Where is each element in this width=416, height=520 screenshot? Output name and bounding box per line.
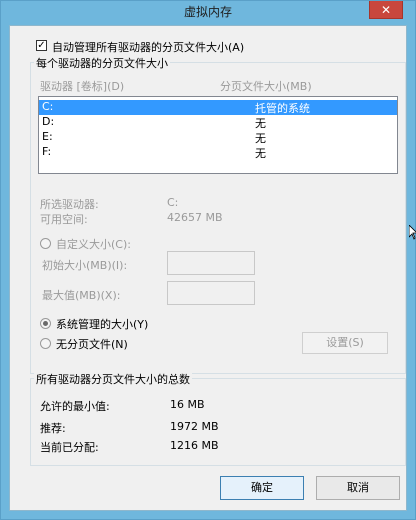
size-column-header: 分页文件大小(MB): [220, 80, 312, 93]
free-space-value: 42657 MB: [167, 211, 223, 224]
initial-size-input[interactable]: [167, 251, 255, 275]
drive-paging-size: 无: [255, 117, 266, 130]
drive-letter: C:: [42, 100, 54, 113]
drive-list[interactable]: C: 托管的系统 D: 无 E: 无 F: 无: [38, 96, 398, 174]
selected-drive-value: C:: [167, 196, 179, 209]
auto-manage-checkbox[interactable]: ✓: [36, 40, 47, 51]
drive-row-e[interactable]: E: 无: [39, 130, 397, 145]
no-paging-file-label[interactable]: 无分页文件(N): [56, 336, 128, 352]
drive-paging-size: 托管的系统: [255, 102, 310, 115]
max-size-label: 最大值(MB)(X):: [42, 289, 121, 302]
drive-paging-size: 无: [255, 132, 266, 145]
drive-letter: F:: [42, 145, 52, 158]
close-icon: ✕: [380, 3, 392, 17]
no-paging-file-radio[interactable]: [40, 338, 51, 349]
drive-letter: E:: [42, 130, 53, 143]
cancel-button[interactable]: 取消: [316, 476, 400, 500]
ok-button[interactable]: 确定: [220, 476, 304, 500]
custom-size-radio[interactable]: [40, 238, 51, 249]
min-allowed-label: 允许的最小值:: [40, 400, 110, 413]
system-managed-label[interactable]: 系统管理的大小(Y): [56, 316, 148, 332]
per-drive-group-label: 每个驱动器的分页文件大小: [34, 55, 170, 71]
drive-row-c[interactable]: C: 托管的系统: [39, 100, 397, 115]
allocated-value: 1216 MB: [170, 439, 219, 452]
free-space-label: 可用空间:: [40, 213, 88, 226]
title-bar[interactable]: 虚拟内存 ✕: [1, 1, 415, 23]
drive-row-d[interactable]: D: 无: [39, 115, 397, 130]
custom-size-label[interactable]: 自定义大小(C):: [56, 236, 131, 252]
min-allowed-value: 16 MB: [170, 398, 205, 411]
allocated-label: 当前已分配:: [40, 441, 99, 454]
system-managed-radio[interactable]: [40, 318, 51, 329]
totals-group-label: 所有驱动器分页文件大小的总数: [34, 371, 192, 387]
drive-paging-size: 无: [255, 147, 266, 160]
drive-row-f[interactable]: F: 无: [39, 145, 397, 160]
set-button[interactable]: 设置(S): [302, 332, 388, 354]
window-title: 虚拟内存: [183, 5, 232, 19]
initial-size-label: 初始大小(MB)(I):: [42, 259, 128, 272]
dialog-client-area: ✓ 自动管理所有驱动器的分页文件大小(A) 每个驱动器的分页文件大小 驱动器 […: [9, 25, 407, 511]
virtual-memory-dialog: 虚拟内存 ✕ ✓ 自动管理所有驱动器的分页文件大小(A) 每个驱动器的分页文件大…: [0, 0, 416, 520]
selected-drive-label: 所选驱动器:: [40, 198, 99, 211]
auto-manage-label[interactable]: 自动管理所有驱动器的分页文件大小(A): [52, 39, 244, 55]
recommended-label: 推荐:: [40, 422, 66, 435]
drive-letter: D:: [42, 115, 55, 128]
drive-column-header: 驱动器 [卷标](D): [40, 80, 125, 93]
mouse-cursor-icon: [409, 225, 416, 240]
max-size-input[interactable]: [167, 281, 255, 305]
recommended-value: 1972 MB: [170, 420, 219, 433]
close-button[interactable]: ✕: [369, 1, 403, 19]
